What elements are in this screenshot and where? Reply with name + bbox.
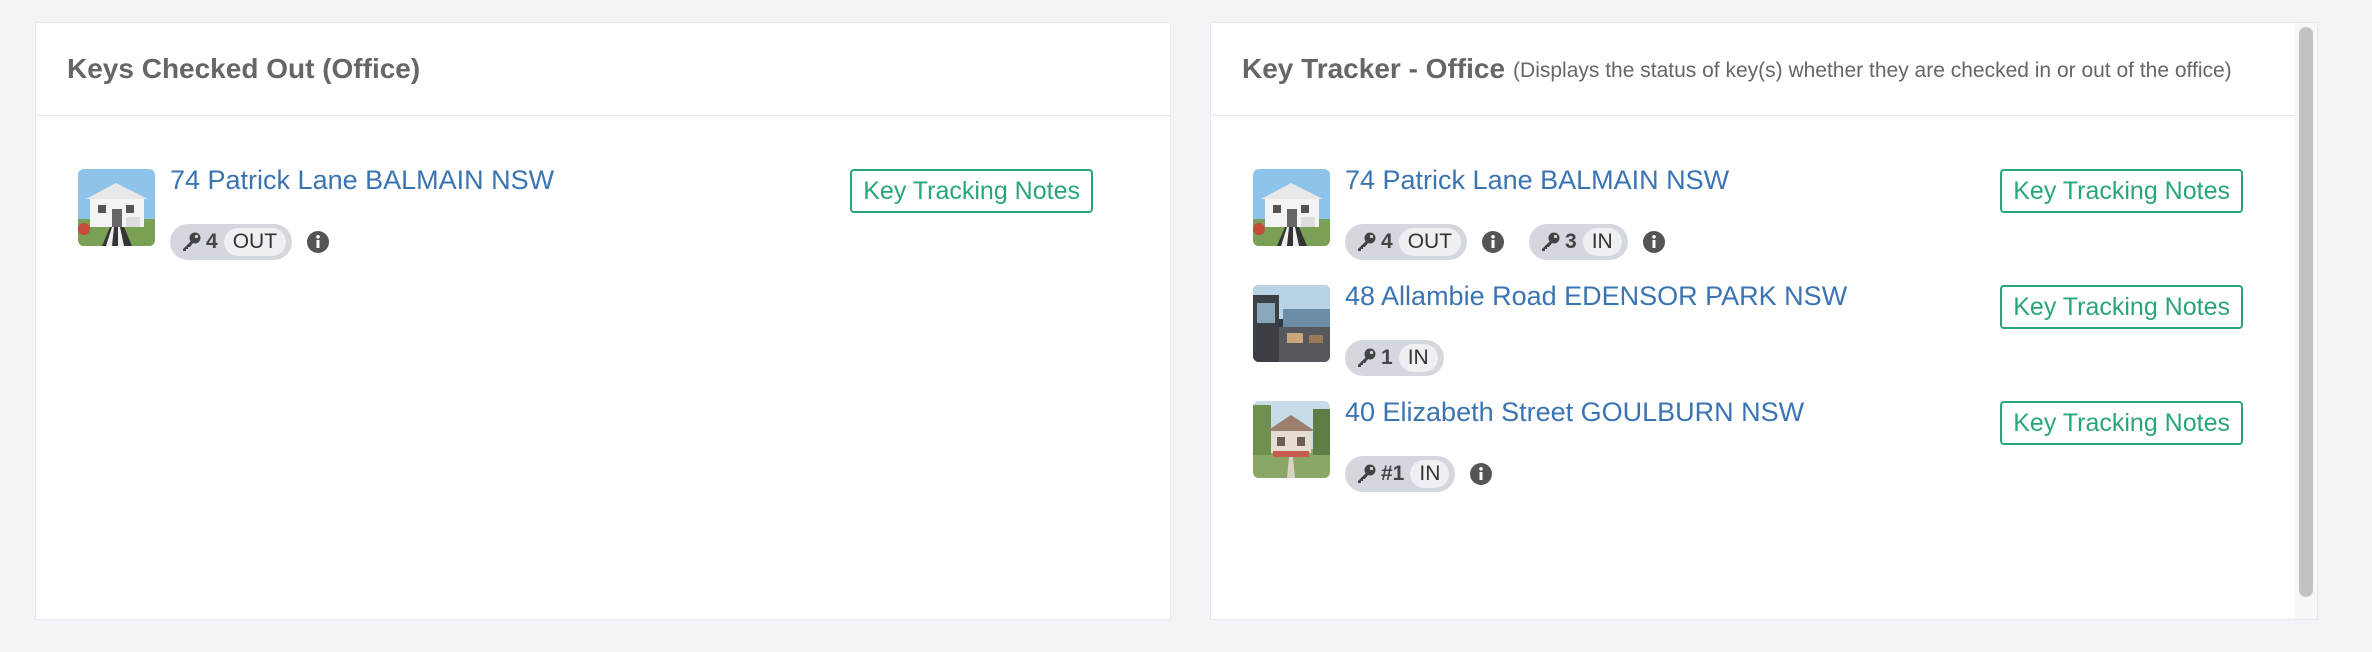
key-tracking-notes-button[interactable]: Key Tracking Notes (2000, 169, 2243, 213)
property-row: 40 Elizabeth Street GOULBURN NSW #1 IN K… (1253, 397, 2243, 501)
key-count: 4 (206, 230, 218, 253)
key-icon (180, 231, 202, 253)
key-badges: 4 OUT (170, 224, 348, 260)
property-thumbnail[interactable] (1253, 401, 1330, 478)
panel-header: Key Tracker - Office (Displays the statu… (1211, 23, 2317, 116)
panel-title: Key Tracker - Office (1242, 53, 1506, 84)
property-address-link[interactable]: 74 Patrick Lane BALMAIN NSW (1345, 165, 1729, 196)
property-thumbnail[interactable] (1253, 169, 1330, 246)
panel-header: Keys Checked Out (Office) (36, 23, 1170, 116)
keys-checked-out-panel: Keys Checked Out (Office) 74 Patrick Lan… (35, 22, 1171, 620)
key-tracking-notes-button[interactable]: Key Tracking Notes (2000, 285, 2243, 329)
property-row: 74 Patrick Lane BALMAIN NSW 4 OUT Key Tr… (78, 165, 1093, 269)
info-circle-icon[interactable] (306, 230, 330, 254)
panel-title: Keys Checked Out (Office) (67, 53, 421, 84)
key-icon (1355, 463, 1377, 485)
key-count: #1 (1381, 462, 1405, 485)
key-count-badge: 4 OUT (1345, 224, 1468, 260)
property-thumbnail[interactable] (78, 169, 155, 246)
panel-subtitle: (Displays the status of key(s) whether t… (1513, 59, 2232, 82)
key-badges: 1 IN (1345, 340, 1452, 376)
key-count-badge: #1 IN (1345, 456, 1456, 492)
key-badges: #1 IN (1345, 456, 1511, 492)
scrollbar-track[interactable] (2295, 23, 2317, 619)
key-status: IN (1582, 228, 1622, 256)
property-address-link[interactable]: 40 Elizabeth Street GOULBURN NSW (1345, 397, 1804, 428)
key-status: OUT (1398, 228, 1462, 256)
key-count-badge: 4 OUT (170, 224, 293, 260)
key-icon (1355, 347, 1377, 369)
key-count: 4 (1381, 230, 1393, 253)
property-address-link[interactable]: 74 Patrick Lane BALMAIN NSW (170, 165, 554, 196)
key-status: IN (1410, 460, 1450, 488)
property-address-link[interactable]: 48 Allambie Road EDENSOR PARK NSW (1345, 281, 1847, 312)
key-count-badge: 3 IN (1529, 224, 1628, 260)
key-count: 3 (1565, 230, 1577, 253)
key-count-badge: 1 IN (1345, 340, 1444, 376)
key-count: 1 (1381, 346, 1393, 369)
key-tracking-notes-button[interactable]: Key Tracking Notes (850, 169, 1093, 213)
property-thumbnail[interactable] (1253, 285, 1330, 362)
scrollbar-thumb[interactable] (2299, 27, 2313, 597)
key-tracker-office-panel: Key Tracker - Office (Displays the statu… (1210, 22, 2318, 620)
info-circle-icon[interactable] (1642, 230, 1666, 254)
info-circle-icon[interactable] (1469, 462, 1493, 486)
key-icon (1355, 231, 1377, 253)
key-badges: 4 OUT 3 IN (1345, 224, 1684, 260)
property-row: 48 Allambie Road EDENSOR PARK NSW 1 IN K… (1253, 281, 2243, 385)
info-circle-icon[interactable] (1481, 230, 1505, 254)
property-row: 74 Patrick Lane BALMAIN NSW 4 OUT 3 IN K… (1253, 165, 2243, 269)
key-status: IN (1398, 344, 1438, 372)
key-icon (1539, 231, 1561, 253)
key-tracking-notes-button[interactable]: Key Tracking Notes (2000, 401, 2243, 445)
key-status: OUT (223, 228, 287, 256)
